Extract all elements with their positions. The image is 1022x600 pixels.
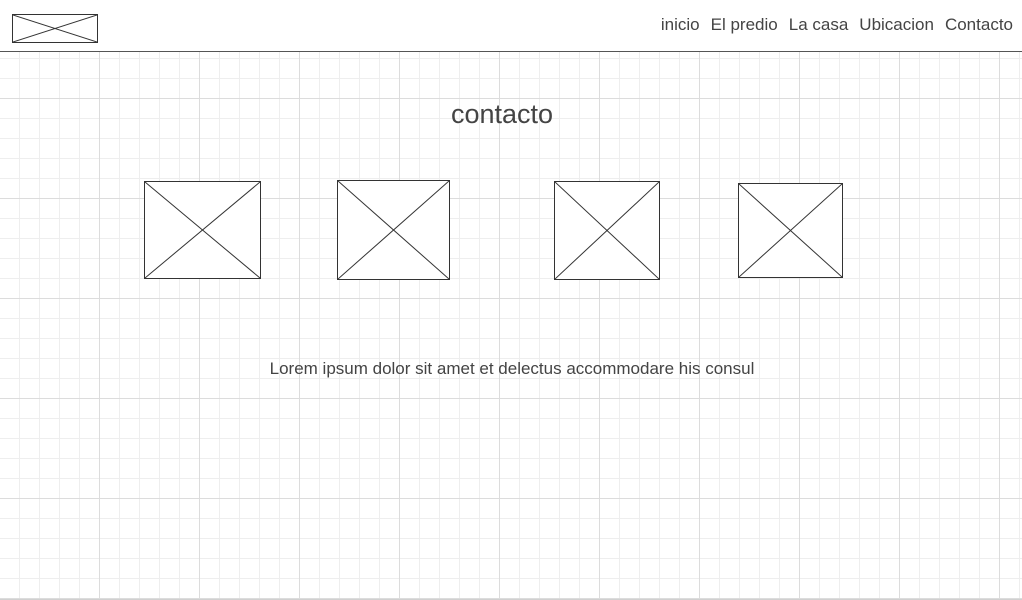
nav-link-el-predio[interactable]: El predio [711,14,778,36]
contact-image-placeholder-1 [144,181,261,279]
main-navigation: inicio El predio La casa Ubicacion Conta… [661,14,1013,36]
header-bar: inicio El predio La casa Ubicacion Conta… [0,0,1022,52]
wireframe-canvas: inicio El predio La casa Ubicacion Conta… [0,0,1022,600]
nav-link-ubicacion[interactable]: Ubicacion [859,14,934,36]
contact-image-placeholder-3 [554,181,660,280]
nav-link-la-casa[interactable]: La casa [789,14,849,36]
nav-link-contacto[interactable]: Contacto [945,14,1013,36]
contact-description-text: Lorem ipsum dolor sit amet et delectus a… [269,359,755,378]
image-placeholder-icon [338,181,449,279]
logo-image-placeholder[interactable] [12,14,98,43]
image-placeholder-icon [555,182,659,279]
image-placeholder-icon [13,15,97,42]
nav-link-inicio[interactable]: inicio [661,14,700,36]
contact-image-placeholder-4 [738,183,843,278]
page-title: contacto [450,99,554,129]
image-placeholder-icon [145,182,260,278]
image-placeholder-icon [739,184,842,277]
contact-image-placeholder-2 [337,180,450,280]
